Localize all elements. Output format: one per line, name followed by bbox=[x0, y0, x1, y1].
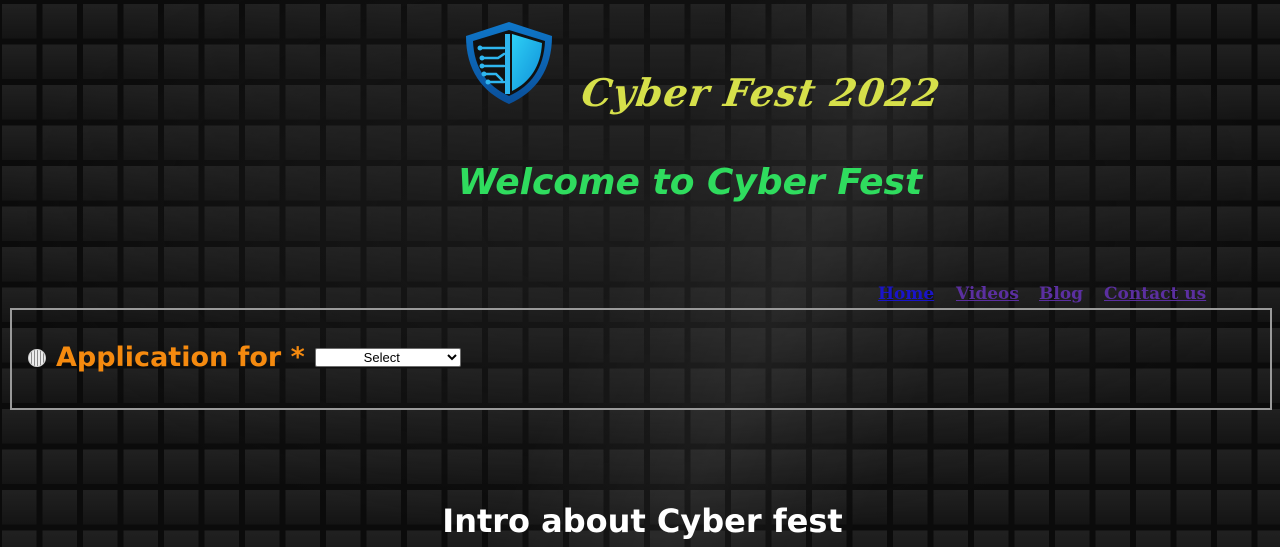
application-select[interactable]: Select bbox=[314, 348, 461, 367]
application-row: Application for * Select bbox=[28, 342, 461, 373]
top-nav: Home Videos Blog Contact us bbox=[878, 284, 1206, 304]
application-form: Application for * Select bbox=[10, 308, 1272, 410]
welcome-heading: Welcome to Cyber Fest bbox=[457, 162, 923, 203]
nav-link-home[interactable]: Home bbox=[878, 284, 956, 304]
application-label: Application for * bbox=[56, 342, 305, 373]
intro-heading: Intro about Cyber fest bbox=[442, 502, 843, 540]
disc-bullet-icon bbox=[28, 348, 46, 367]
nav-link-contact[interactable]: Contact us bbox=[1104, 284, 1206, 304]
brand-title: Cyber Fest 2022 bbox=[578, 70, 944, 115]
shield-circuit-icon bbox=[460, 18, 558, 108]
nav-link-blog[interactable]: Blog bbox=[1039, 284, 1104, 304]
nav-link-videos[interactable]: Videos bbox=[956, 284, 1039, 304]
